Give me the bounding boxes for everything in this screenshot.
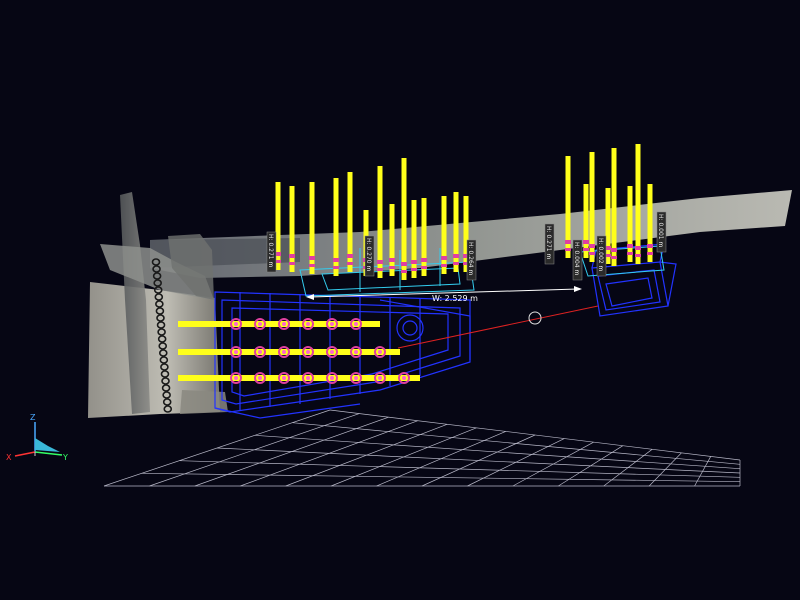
pipe-band (333, 258, 339, 262)
pipe-band (589, 244, 595, 248)
pipe-flange-center (282, 322, 286, 326)
height-label-tag[interactable]: H: 0.004 m (572, 239, 583, 281)
pipe-band (389, 258, 395, 262)
height-label-text: H: 0.264 m (467, 242, 474, 276)
height-label-tag[interactable]: H: 0.271 m (544, 223, 555, 265)
pipe-flange-center (234, 376, 238, 380)
vertical-pipe (411, 200, 417, 278)
pipe-flange-center (282, 376, 286, 380)
pipe-band (627, 244, 633, 248)
pipe-band (441, 256, 447, 260)
pipe-band (589, 252, 595, 255)
axis-label-z: Z (30, 413, 36, 422)
pipe-band (389, 266, 395, 269)
pipe-band (583, 248, 589, 251)
pipe-flange-center (258, 350, 262, 354)
pipe-band (401, 270, 407, 273)
axis-label-x: X (6, 453, 12, 462)
pipe-band (453, 254, 459, 258)
pipe-flange-center (258, 376, 262, 380)
pipe-band (441, 264, 447, 267)
3d-scene[interactable]: H: 0.271 m H: 0.270 m H: 0.264 m H: 0.271 m… (0, 0, 800, 600)
arrow-right-icon (574, 286, 582, 292)
pipe-flange-center (354, 322, 358, 326)
pipe-flange-center (402, 376, 406, 380)
pipe-band (565, 248, 571, 251)
pipe-band (635, 246, 641, 250)
pipe-band (421, 266, 427, 269)
pipe-flange-center (330, 322, 334, 326)
height-label-text: H: 0.001 m (657, 214, 664, 248)
height-label-text: H: 0.002 m (597, 238, 604, 272)
pipe-band (289, 254, 295, 258)
pipe-flange-center (306, 322, 310, 326)
vertical-pipe (441, 196, 447, 274)
height-label-text: H: 0.270 m (365, 238, 372, 272)
vertical-pipe (647, 184, 653, 262)
pipe-band (289, 262, 295, 265)
pipe-band (421, 258, 427, 262)
point-cloud-viewport[interactable]: H: 0.271 m H: 0.270 m H: 0.264 m H: 0.271 m… (0, 0, 800, 600)
pipe-flange-center (306, 376, 310, 380)
pipe-band (309, 264, 315, 267)
height-label-tag[interactable]: H: 0.270 m (364, 235, 375, 277)
floor-grid-line (254, 434, 741, 470)
vertical-pipe (627, 186, 633, 262)
height-label-tag[interactable]: H: 0.264 m (466, 239, 477, 281)
pipe-band (635, 254, 641, 257)
pipe-flange-center (234, 322, 238, 326)
axis-triad: Z X Y (6, 413, 68, 462)
pipe-flange-center (354, 350, 358, 354)
pipe-band (411, 260, 417, 264)
pipe-flange-center (258, 322, 262, 326)
pipe-band (411, 268, 417, 271)
pipe-band (377, 260, 383, 264)
pipe-band (647, 244, 653, 248)
pipe-flange-center (330, 350, 334, 354)
vertical-pipe (583, 184, 589, 258)
axis-label-y: Y (62, 453, 68, 462)
vertical-pipe (453, 192, 459, 272)
pipe-band (347, 262, 353, 265)
pipe-band (453, 262, 459, 265)
height-label-tag[interactable]: H: 0.001 m (656, 211, 667, 253)
pipe-flange-center (378, 376, 382, 380)
height-label-text: H: 0.004 m (573, 242, 580, 276)
pipe-band (377, 268, 383, 271)
pipe-flange-center (234, 350, 238, 354)
vertical-pipe (401, 158, 407, 280)
vertical-pipe (289, 186, 295, 272)
height-label-text: H: 0.271 m (267, 234, 274, 268)
pipe-band (611, 256, 617, 259)
pick-ray (397, 305, 599, 349)
pipe-band (583, 240, 589, 244)
pipe-flange-center (354, 376, 358, 380)
width-measurement-label: W: 2.529 m (432, 294, 478, 303)
pipe-band (309, 256, 315, 260)
pipe-band (565, 240, 571, 244)
pipe-band (611, 248, 617, 252)
pipe-flange-center (330, 376, 334, 380)
vertical-pipe (421, 198, 427, 276)
pipe-band (347, 254, 353, 258)
height-label-tag[interactable]: H: 0.002 m (596, 235, 607, 277)
pipe-flange-center (282, 350, 286, 354)
pipe-flange-center (306, 350, 310, 354)
height-label-tag[interactable]: H: 0.271 m (266, 231, 277, 273)
wall-point-cloud (88, 192, 228, 418)
pipe-flange-center (378, 350, 382, 354)
vertical-pipe (389, 204, 395, 276)
pipe-band (333, 266, 339, 269)
pipe-band (627, 252, 633, 255)
vertical-pipe (309, 182, 315, 274)
floor-grid-line (329, 409, 741, 461)
pipe-band (401, 262, 407, 266)
pipe-band (647, 252, 653, 255)
floor-grid (103, 409, 741, 487)
height-label-text: H: 0.271 m (545, 226, 552, 260)
